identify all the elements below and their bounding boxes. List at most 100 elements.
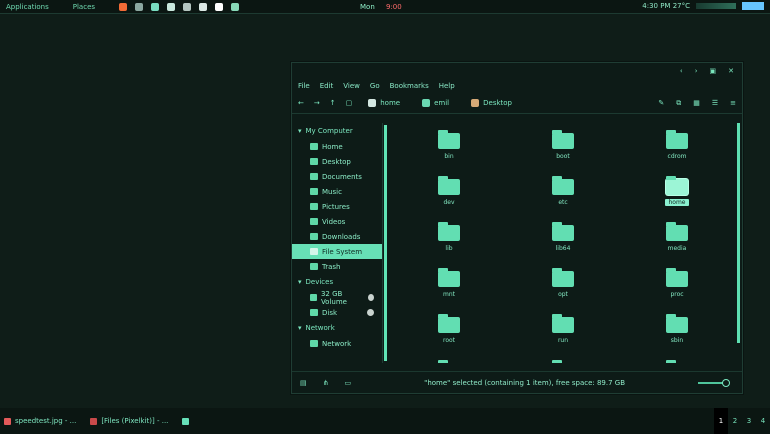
menu-edit[interactable]: Edit xyxy=(320,82,334,90)
view-compact-button[interactable]: ≡ xyxy=(730,99,736,108)
terminal-icon[interactable] xyxy=(135,2,144,11)
sidebar-scrollbar[interactable] xyxy=(384,125,387,361)
videos-icon xyxy=(310,218,318,225)
toggle-location-button[interactable]: ▢ xyxy=(346,99,353,107)
up-button[interactable]: ↑ xyxy=(330,99,336,107)
document-icon[interactable] xyxy=(215,2,224,11)
task-image-viewer[interactable]: speedtest.jpg - ... xyxy=(4,417,76,425)
sidebar-item-documents[interactable]: Documents xyxy=(292,169,382,184)
eject-icon[interactable] xyxy=(367,309,374,316)
folder-icon xyxy=(552,130,574,149)
file-item[interactable]: dev xyxy=(392,176,506,219)
search-icon[interactable] xyxy=(231,2,240,11)
workspace-switcher: 1 2 3 4 xyxy=(714,408,770,434)
places-menu[interactable]: Places xyxy=(73,3,95,11)
file-item[interactable]: run xyxy=(506,314,620,357)
restore-button[interactable]: ▣ xyxy=(710,67,717,75)
file-item[interactable]: root xyxy=(392,314,506,357)
back-button[interactable]: ← xyxy=(298,99,304,107)
status-bar: ▤ ⋔ ▭ "home" selected (containing 1 item… xyxy=(292,371,742,393)
content-scrollbar[interactable] xyxy=(737,123,740,343)
file-item[interactable]: cdrom xyxy=(620,130,734,173)
forward-button[interactable]: → xyxy=(314,99,320,107)
workspace-3[interactable]: 3 xyxy=(742,408,756,434)
task-file-manager[interactable]: [Files (Pixelkit)] - ... xyxy=(90,417,168,425)
breadcrumb-desktop[interactable]: Desktop xyxy=(465,96,518,110)
file-item[interactable]: opt xyxy=(506,268,620,311)
breadcrumb-emil[interactable]: emil xyxy=(416,96,455,110)
file-grid: bin boot cdrom dev etc home lib lib64 me… xyxy=(392,130,734,363)
file-item[interactable]: proc xyxy=(620,268,734,311)
sidebar-item-music[interactable]: Music xyxy=(292,184,382,199)
file-item-selected[interactable]: home xyxy=(620,176,734,219)
sidebar-item-trash[interactable]: Trash xyxy=(292,259,382,274)
view-icons-button[interactable]: ▦ xyxy=(693,99,700,108)
toggle-sidebar-button[interactable]: ▭ xyxy=(345,379,352,387)
drive-icon xyxy=(310,309,318,316)
breadcrumb-home[interactable]: home xyxy=(362,96,406,110)
file-item[interactable]: lib xyxy=(392,222,506,265)
file-item[interactable]: boot xyxy=(506,130,620,173)
sidebar-item-pictures[interactable]: Pictures xyxy=(292,199,382,214)
section-header-network[interactable]: ▾ Network xyxy=(292,320,382,336)
file-item[interactable]: etc xyxy=(506,176,620,219)
sidebar-item-file-system[interactable]: File System xyxy=(292,244,382,259)
show-tree-button[interactable]: ⋔ xyxy=(323,379,329,387)
menu-file[interactable]: File xyxy=(298,82,310,90)
folder-icon xyxy=(368,99,377,107)
workspace-4[interactable]: 4 xyxy=(756,408,770,434)
settings-icon[interactable] xyxy=(167,2,176,11)
music-icon[interactable] xyxy=(199,2,208,11)
desktop-icon xyxy=(310,158,318,165)
sidebar-item-disk[interactable]: Disk xyxy=(292,305,382,320)
file-item[interactable]: sbin xyxy=(620,314,734,357)
file-item[interactable]: media xyxy=(620,222,734,265)
image-icon xyxy=(4,417,11,425)
new-folder-button[interactable]: ⧉ xyxy=(676,99,681,108)
sidebar-item-desktop[interactable]: Desktop xyxy=(292,154,382,169)
file-item[interactable]: bin xyxy=(392,130,506,173)
sidebar-item-downloads[interactable]: Downloads xyxy=(292,229,382,244)
memory-meter xyxy=(742,2,764,10)
desktop-folder-icon xyxy=(471,99,480,107)
tray-text: 4:30 PM 27°C xyxy=(642,2,690,10)
menu-help[interactable]: Help xyxy=(439,82,455,90)
files-icon[interactable] xyxy=(151,2,160,11)
file-item[interactable]: lib64 xyxy=(506,222,620,265)
filesystem-icon xyxy=(310,248,318,255)
folder-icon xyxy=(552,268,574,287)
menu-go[interactable]: Go xyxy=(370,82,380,90)
eject-icon[interactable] xyxy=(367,294,374,301)
zoom-slider[interactable] xyxy=(698,378,730,387)
show-places-button[interactable]: ▤ xyxy=(300,379,307,387)
bottom-taskbar: speedtest.jpg - ... [Files (Pixelkit)] -… xyxy=(0,408,770,434)
edit-path-button[interactable]: ✎ xyxy=(658,99,664,108)
menu-view[interactable]: View xyxy=(343,82,360,90)
applications-menu[interactable]: Applications xyxy=(6,3,49,11)
screenshot-icon[interactable] xyxy=(183,2,192,11)
home-icon xyxy=(310,143,318,150)
workspace-2[interactable]: 2 xyxy=(728,408,742,434)
task-active-window[interactable] xyxy=(182,417,193,425)
menu-bookmarks[interactable]: Bookmarks xyxy=(390,82,429,90)
view-list-button[interactable]: ☰ xyxy=(712,99,718,108)
minimize-button[interactable]: ‹ xyxy=(680,67,683,75)
top-panel: Applications Places Mon 9:00 4:30 PM 27°… xyxy=(0,0,770,14)
toolbar-right-controls: ✎ ⧉ ▦ ☰ ≡ xyxy=(658,99,736,108)
file-view: bin boot cdrom dev etc home lib lib64 me… xyxy=(392,123,734,363)
folder-icon xyxy=(438,268,460,287)
maximize-button[interactable]: › xyxy=(695,67,698,75)
section-header[interactable]: ▾ My Computer xyxy=(292,123,382,139)
trash-icon xyxy=(310,263,318,270)
sidebar-item-network[interactable]: Network xyxy=(292,336,382,351)
sidebar-item-home[interactable]: Home xyxy=(292,139,382,154)
close-button[interactable]: ✕ xyxy=(728,67,734,75)
section-header-devices[interactable]: ▾ Devices xyxy=(292,274,382,290)
sidebar-item-videos[interactable]: Videos xyxy=(292,214,382,229)
chevron-down-icon: ▾ xyxy=(298,127,302,135)
sidebar-item-32gb-volume[interactable]: 32 GB Volume xyxy=(292,290,382,306)
workspace-1[interactable]: 1 xyxy=(714,408,728,434)
firefox-icon[interactable] xyxy=(119,2,128,11)
file-item[interactable]: mnt xyxy=(392,268,506,311)
folder-icon xyxy=(438,222,460,241)
